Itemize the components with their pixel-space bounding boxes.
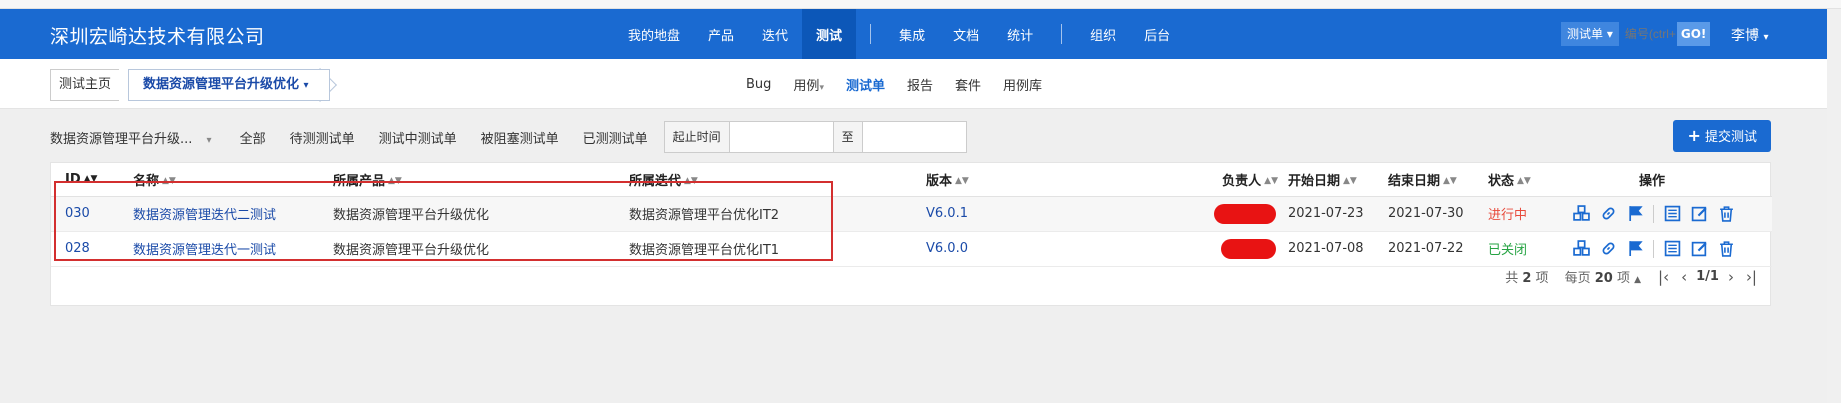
cell-start-date: 2021-07-08 [1288,231,1388,267]
global-search: 测试单 ▾ GO! [1561,22,1711,46]
plus-icon: + [1687,126,1701,145]
nav-stats[interactable]: 统计 [993,9,1047,59]
chevron-down-icon: ▾ [303,80,309,91]
pager-total: 共 2 项 [1505,271,1549,286]
start-date-input[interactable] [729,121,834,153]
report-icon[interactable] [1663,205,1681,223]
cell-end-date: 2021-07-30 [1388,196,1488,232]
nav-admin[interactable]: 后台 [1130,9,1184,59]
top-navbar: 深圳宏崎达技术有限公司 我的地盘 产品 迭代 测试 集成 文档 统计 组织 后台… [0,9,1841,59]
nav-integration[interactable]: 集成 [885,9,939,59]
subnav-caselib[interactable]: 用例库 [992,75,1053,94]
subnav-suite[interactable]: 套件 [944,75,992,94]
chevron-down-icon: ▾ [1763,32,1769,43]
report-icon[interactable] [1663,240,1681,258]
col-start-date[interactable]: 开始日期 ▲▼ [1288,163,1388,197]
nav-iteration[interactable]: 迭代 [748,9,802,59]
cell-start-date: 2021-07-23 [1288,196,1388,232]
filter-blocked[interactable]: 被阻塞测试单 [481,128,559,147]
col-end-date[interactable]: 结束日期 ▲▼ [1388,163,1488,197]
link-icon[interactable] [1599,205,1617,223]
cell-end-date: 2021-07-22 [1388,231,1488,267]
pager-per-page[interactable]: 每页 20 项 ▲ [1565,267,1641,286]
nav-divider [1061,24,1063,44]
next-page-icon[interactable]: › [1725,268,1737,286]
chevron-up-icon: ▲ [1634,275,1642,285]
col-status[interactable]: 状态 ▲▼ [1488,163,1572,197]
sub-navbar: 测试主页 数据资源管理平台升级优化 ▾ Bug 用例▾ 测试单 报告 套件 用例… [0,59,1841,109]
prev-page-icon[interactable]: ‹ [1678,268,1690,286]
subnav-case[interactable]: 用例▾ [782,75,835,94]
page-indicator: 1/1 [1696,269,1719,284]
cell-owner [1191,231,1288,267]
date-range-separator: 至 [833,121,863,153]
filter-bar: 数据资源管理平台升级... ▾ 全部 待测测试单 测试中测试单 被阻塞测试单 已… [50,120,1771,154]
col-actions: 操作 [1572,163,1772,197]
bookmarks-bar [0,0,1841,9]
cell-version[interactable]: V6.0.0 [926,231,1191,267]
chevron-down-icon: ▾ [1606,27,1613,41]
edit-icon[interactable] [1690,240,1708,258]
redacted-owner [1214,203,1276,224]
edit-icon[interactable] [1690,205,1708,223]
product-filter-select[interactable]: 数据资源管理平台升级... ▾ [50,128,212,147]
main-nav: 我的地盘 产品 迭代 测试 集成 文档 统计 组织 后台 [614,9,1184,59]
test-subnav: Bug 用例▾ 测试单 报告 套件 用例库 [735,59,1053,109]
nav-divider [870,24,872,44]
filter-done[interactable]: 已测测试单 [583,128,648,147]
ops-divider [1653,239,1654,258]
search-go-button[interactable]: GO! [1676,22,1711,46]
filter-all[interactable]: 全部 [240,128,266,147]
last-page-icon[interactable]: ›| [1743,268,1760,286]
col-version[interactable]: 版本 ▲▼ [926,163,1191,197]
cell-actions [1572,196,1772,232]
sort-icon: ▲▼ [1443,176,1457,187]
trash-icon[interactable] [1717,205,1735,223]
submit-test-button[interactable]: + 提交测试 [1673,120,1771,152]
pagination: 共 2 项 每页 20 项 ▲ |‹ ‹ 1/1 › ›| [1505,267,1760,287]
company-brand[interactable]: 深圳宏崎达技术有限公司 [50,22,265,49]
redacted-owner [1221,238,1276,259]
trash-icon[interactable] [1717,240,1735,258]
cell-status: 进行中 [1488,196,1572,232]
search-type-select[interactable]: 测试单 ▾ [1561,22,1619,46]
link-icon[interactable] [1599,240,1617,258]
nav-docs[interactable]: 文档 [939,9,993,59]
sort-icon: ▲▼ [1343,176,1357,187]
end-date-input[interactable] [862,121,967,153]
sort-icon: ▲▼ [955,176,969,187]
subnav-testtask[interactable]: 测试单 [835,75,896,94]
filter-waiting[interactable]: 待测测试单 [290,128,355,147]
subnav-bug[interactable]: Bug [735,77,782,92]
col-owner[interactable]: 负责人 ▲▼ [1191,163,1288,197]
sort-icon: ▲▼ [1517,176,1531,187]
cases-icon[interactable] [1572,205,1590,223]
filter-testing[interactable]: 测试中测试单 [379,128,457,147]
date-range-label: 起止时间 [663,121,730,153]
cell-owner [1191,196,1288,232]
annotation-highlight-box [54,181,833,261]
cases-icon[interactable] [1572,240,1590,258]
breadcrumb-current[interactable]: 数据资源管理平台升级优化 ▾ [128,69,330,101]
breadcrumb-home[interactable]: 测试主页 [50,69,120,101]
user-menu[interactable]: 李博 ▾ [1731,25,1768,45]
flag-icon[interactable] [1626,205,1644,223]
cell-actions [1572,231,1772,267]
nav-product[interactable]: 产品 [694,9,748,59]
search-input[interactable] [1618,22,1677,46]
ops-divider [1653,204,1654,223]
nav-test[interactable]: 测试 [802,9,857,59]
window-edge [1827,9,1841,403]
nav-organization[interactable]: 组织 [1076,9,1130,59]
chevron-down-icon: ▾ [206,134,212,146]
cell-version[interactable]: V6.0.1 [926,196,1191,232]
flag-icon[interactable] [1626,240,1644,258]
first-page-icon[interactable]: |‹ [1655,268,1672,286]
nav-my-space[interactable]: 我的地盘 [614,9,694,59]
cell-status: 已关闭 [1488,231,1572,267]
sort-icon: ▲▼ [1264,176,1278,187]
chevron-down-icon: ▾ [819,82,824,93]
subnav-report[interactable]: 报告 [896,75,944,94]
